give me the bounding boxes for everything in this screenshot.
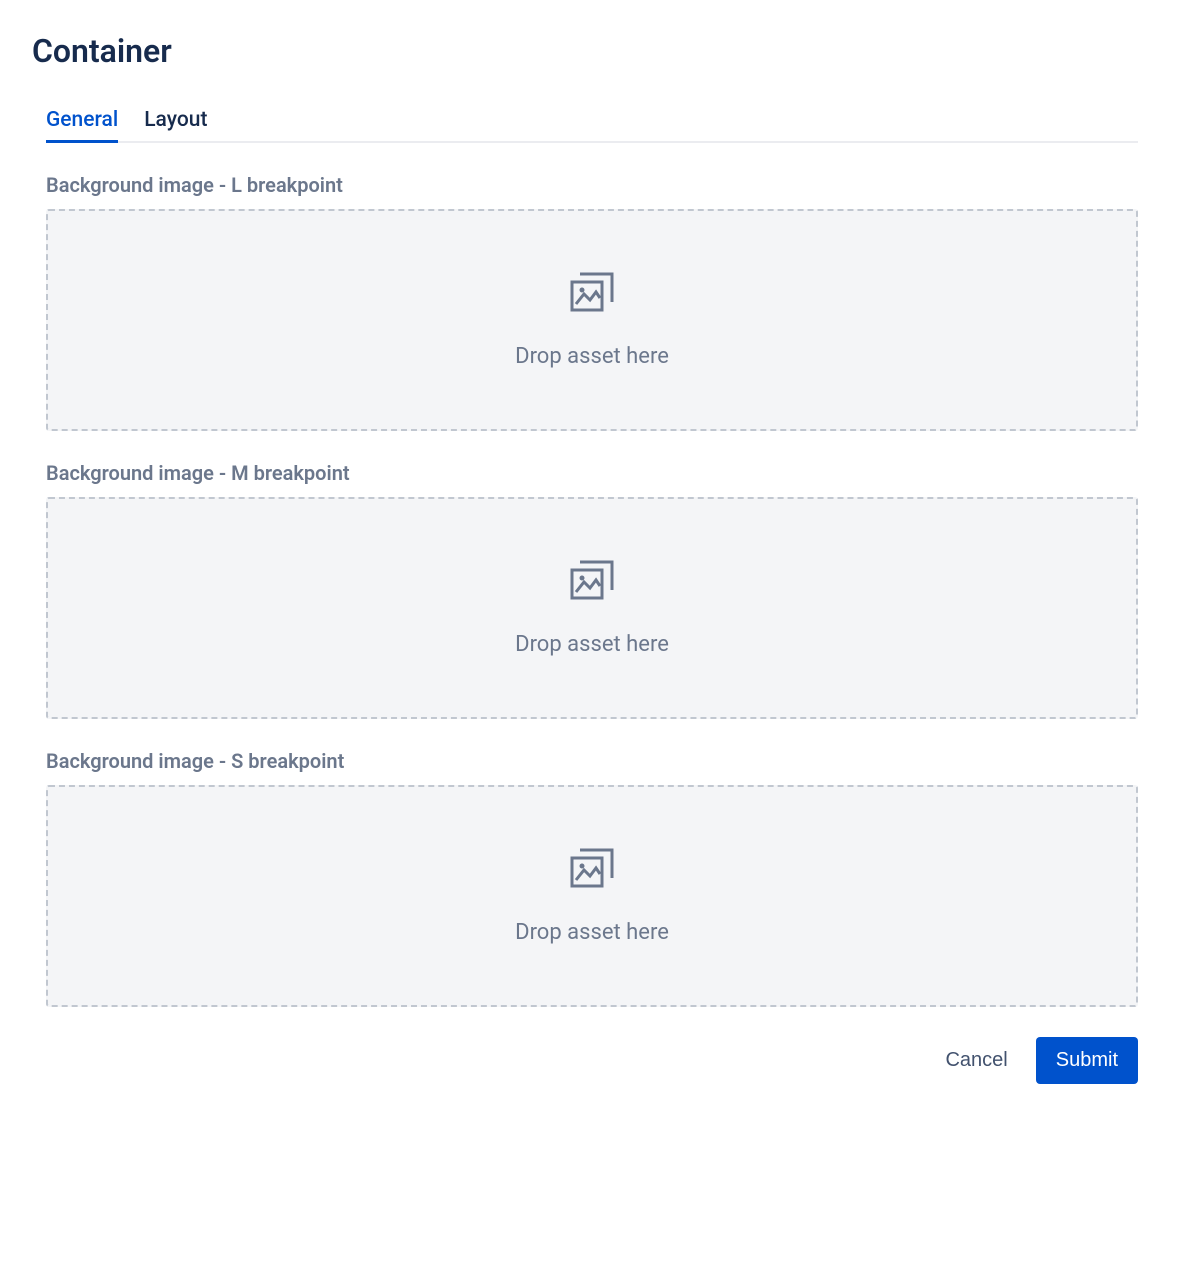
dropzone-bg-s[interactable]: Drop asset here bbox=[46, 785, 1138, 1007]
field-bg-s: Background image - S breakpoint Drop ass… bbox=[46, 749, 1138, 1007]
field-label-bg-s: Background image - S breakpoint bbox=[46, 749, 1138, 773]
dropzone-bg-l[interactable]: Drop asset here bbox=[46, 209, 1138, 431]
submit-button[interactable]: Submit bbox=[1036, 1037, 1138, 1084]
tabs: General Layout bbox=[46, 100, 1138, 143]
cancel-button[interactable]: Cancel bbox=[941, 1039, 1011, 1082]
tab-general[interactable]: General bbox=[46, 100, 118, 143]
dropzone-bg-m[interactable]: Drop asset here bbox=[46, 497, 1138, 719]
field-label-bg-m: Background image - M breakpoint bbox=[46, 461, 1138, 485]
field-bg-l: Background image - L breakpoint Drop ass… bbox=[46, 173, 1138, 431]
dropzone-text-bg-m: Drop asset here bbox=[515, 632, 669, 657]
content-area: General Layout Background image - L brea… bbox=[32, 100, 1152, 1084]
field-label-bg-l: Background image - L breakpoint bbox=[46, 173, 1138, 197]
dropzone-text-bg-s: Drop asset here bbox=[515, 920, 669, 945]
media-icon bbox=[570, 560, 614, 604]
media-icon bbox=[570, 848, 614, 892]
page-title: Container bbox=[32, 32, 1152, 70]
dialog-footer: Cancel Submit bbox=[46, 1037, 1138, 1084]
tab-layout[interactable]: Layout bbox=[144, 100, 207, 143]
dropzone-text-bg-l: Drop asset here bbox=[515, 344, 669, 369]
media-icon bbox=[570, 272, 614, 316]
field-bg-m: Background image - M breakpoint Drop ass… bbox=[46, 461, 1138, 719]
